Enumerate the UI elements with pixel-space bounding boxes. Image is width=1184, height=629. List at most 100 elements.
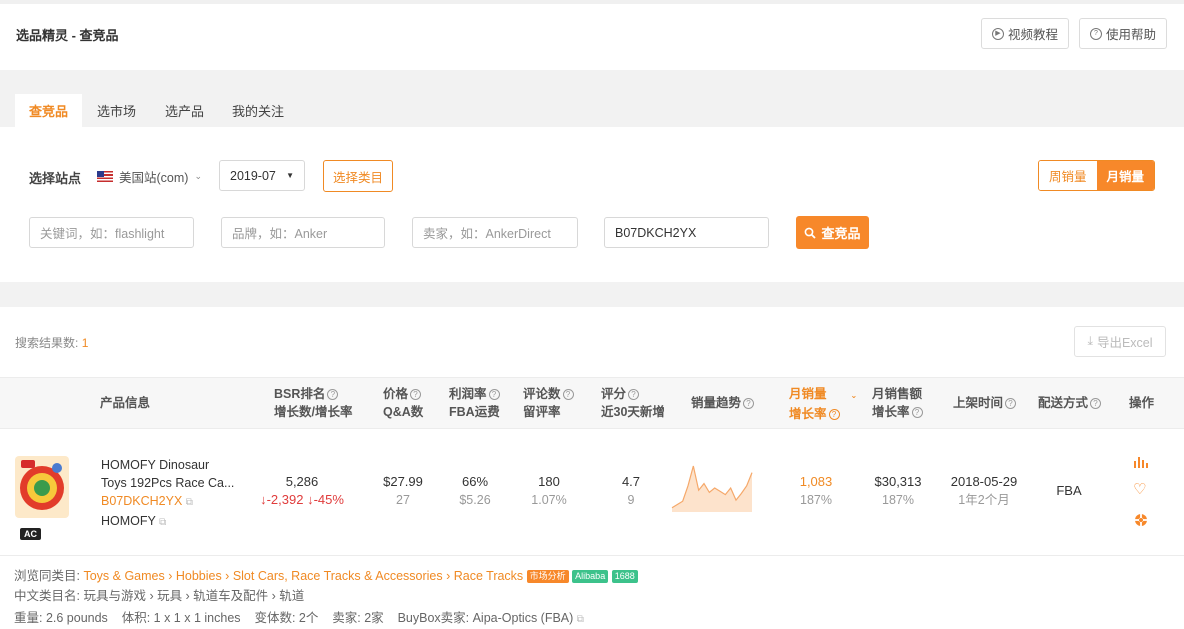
col-trend-label: 销量趋势: [691, 396, 742, 410]
video-tutorial-label: 视频教程: [1008, 28, 1059, 42]
tab-market[interactable]: 选市场: [83, 94, 150, 127]
asin-text: B07DKCH2YX: [101, 494, 183, 508]
search-button-label: 查竞品: [821, 226, 861, 241]
product-thumbnail-icon: [15, 456, 69, 518]
row-divider: [0, 555, 1184, 556]
sales-trend-sparkline[interactable]: [671, 462, 753, 512]
col-trend[interactable]: 销量趋势?: [691, 394, 755, 412]
col-ops: 操作: [1129, 396, 1155, 410]
profit-value: 66%: [461, 474, 489, 489]
browse-path-link[interactable]: Toys & Games › Hobbies › Slot Cars, Race…: [83, 569, 523, 583]
brand-input[interactable]: 品牌，如：Anker: [221, 217, 385, 248]
keyword-input[interactable]: 关键词，如：flashlight: [29, 217, 194, 248]
weight-text: 重量: 2.6 pounds: [14, 611, 108, 625]
monthly-revenue-rate: 187%: [882, 493, 914, 507]
listed-date: 2018-05-29: [950, 474, 1018, 489]
bsr-change-value: -2,392: [266, 492, 304, 507]
tab-product[interactable]: 选产品: [151, 94, 218, 127]
cn-category-label: 中文类目名:: [14, 589, 80, 603]
weekly-sales-toggle[interactable]: 周销量: [1039, 161, 1097, 190]
external-link-icon[interactable]: ⧉: [577, 614, 584, 625]
bsr-cell: 5,286 ↓-2,392 ↓-45%: [244, 473, 360, 509]
tag-1688[interactable]: 1688: [611, 570, 638, 583]
col-bsr-label: BSR排名: [274, 387, 326, 401]
sparkline-area: [672, 466, 752, 512]
video-tutorial-button[interactable]: ▶ 视频教程: [981, 18, 1070, 49]
col-bsr[interactable]: BSR排名? 增长数/增长率: [274, 385, 352, 421]
rating-cell: 4.7 9: [602, 473, 660, 509]
caret-down-icon: ▼: [286, 171, 294, 180]
price-cell: $27.99 27: [376, 473, 430, 509]
asin-input[interactable]: B07DKCH2YX: [604, 217, 769, 248]
col-rating[interactable]: 评分? 近30天新增: [601, 385, 665, 421]
col-listed[interactable]: 上架时间?: [953, 394, 1017, 412]
result-count-label: 搜索结果数:: [15, 336, 79, 350]
brand-link[interactable]: HOMOFY ⧉: [101, 512, 234, 532]
col-ship-label: 配送方式: [1038, 396, 1089, 410]
market-analysis-tag[interactable]: 市场分析: [526, 570, 569, 583]
export-excel-label: 导出Excel: [1096, 336, 1153, 350]
buybox-text: BuyBox卖家: Aipa-Optics (FBA): [397, 611, 574, 625]
product-title[interactable]: HOMOFY Dinosaur Toys 192Pcs Race Ca...: [101, 456, 234, 492]
qa-value: 27: [396, 493, 410, 507]
search-icon: [805, 227, 817, 239]
month-select[interactable]: 2019-07 ▼: [219, 160, 305, 191]
product-image[interactable]: [13, 452, 71, 522]
reviews-cell: 180 1.07%: [520, 473, 578, 509]
site-value: 美国站(com): [119, 171, 189, 185]
product-title-line1: HOMOFY Dinosaur: [101, 458, 210, 472]
bar-chart-icon: [1134, 457, 1148, 468]
monthly-sales-cell: 1,083 187%: [786, 473, 846, 509]
bsr-rate-value: -45%: [313, 492, 344, 507]
result-count-value: 1: [81, 336, 89, 350]
col-profit[interactable]: 利润率? FBA运费: [449, 385, 500, 421]
col-monthly-revenue[interactable]: 月销售额 增长率?: [872, 385, 923, 421]
col-monthly-revenue-sub: 增长率: [872, 405, 910, 419]
monthly-sales-toggle[interactable]: 月销量: [1096, 161, 1155, 190]
col-ship[interactable]: 配送方式?: [1038, 394, 1102, 412]
asin-link[interactable]: B07DKCH2YX ⧉: [101, 492, 234, 512]
site-label: 选择站点: [29, 171, 82, 186]
rating-value: 4.7: [621, 474, 641, 489]
fba-value: $5.26: [459, 493, 491, 507]
col-price[interactable]: 价格? Q&A数: [383, 385, 423, 421]
site-select[interactable]: 美国站(com) ⌄: [97, 167, 202, 186]
more-action-icon[interactable]: [1134, 513, 1148, 527]
help-icon: ?: [828, 409, 840, 420]
product-info: HOMOFY Dinosaur Toys 192Pcs Race Ca... B0…: [101, 456, 234, 532]
monthly-revenue-cell: $30,313 187%: [866, 473, 930, 509]
export-excel-button[interactable]: ⤓ 导出Excel: [1074, 326, 1166, 357]
col-reviews[interactable]: 评论数? 留评率: [523, 385, 574, 421]
col-monthly-sales[interactable]: 月销量 ⌄ 增长率?: [789, 385, 857, 423]
cn-category-path: 玩具与游戏 › 玩具 › 轨道车及配件 › 轨道: [83, 589, 305, 603]
col-reviews-label: 评论数: [523, 387, 561, 401]
follow-heart-icon[interactable]: ♡: [1133, 482, 1149, 497]
seller-input[interactable]: 卖家，如：AnkerDirect: [412, 217, 578, 248]
col-reviews-sub: 留评率: [523, 405, 561, 419]
tab-competitor[interactable]: 查竞品: [15, 94, 83, 127]
col-profit-sub: FBA运费: [449, 405, 500, 419]
select-category-button[interactable]: 选择类目: [323, 160, 393, 192]
chart-icon[interactable]: [1133, 455, 1149, 469]
help-icon: ?: [911, 407, 923, 418]
tab-following[interactable]: 我的关注: [218, 94, 298, 127]
alibaba-tag[interactable]: Alibaba: [572, 570, 609, 583]
search-competitor-button[interactable]: 查竞品: [796, 216, 869, 249]
product-specs: 重量: 2.6 pounds 体积: 1 x 1 x 1 inches 变体数:…: [14, 607, 584, 626]
sort-desc-icon: ⌄: [850, 391, 858, 400]
browse-label: 浏览同类目:: [14, 569, 80, 583]
new30-value: 9: [627, 493, 635, 507]
us-flag-icon: [97, 171, 113, 182]
help-icon: ?: [1005, 398, 1017, 409]
col-listed-label: 上架时间: [953, 396, 1004, 410]
help-icon: ?: [410, 389, 422, 400]
listed-age: 1年2个月: [958, 493, 1010, 507]
ship-method: FBA: [1056, 483, 1082, 498]
help-button[interactable]: ? 使用帮助: [1079, 18, 1168, 49]
question-icon: ?: [1090, 27, 1102, 40]
bsr-change: ↓-2,392 ↓-45%: [244, 491, 360, 509]
help-icon: ?: [488, 389, 500, 400]
help-icon: ?: [327, 389, 339, 400]
lifebuoy-icon: [1135, 514, 1147, 526]
browse-category: 浏览同类目: Toys & Games › Hobbies › Slot Car…: [14, 565, 638, 584]
